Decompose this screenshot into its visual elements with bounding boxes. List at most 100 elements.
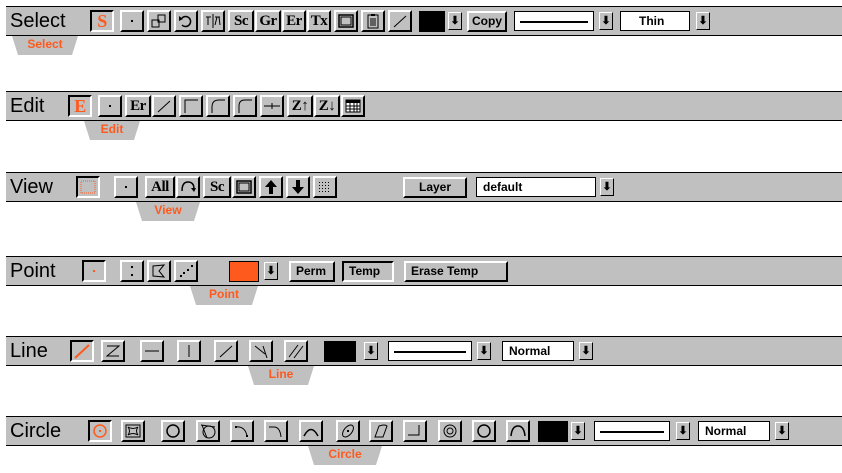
point-color-swatch[interactable]: [229, 261, 259, 282]
edit-round-corner-button[interactable]: [206, 95, 230, 117]
clipboard-icon: [367, 14, 379, 29]
point-vertical-button[interactable]: [120, 260, 144, 282]
slanted-shape-icon: [374, 424, 388, 438]
view-all-button[interactable]: All: [145, 176, 175, 198]
line-color-swatch[interactable]: [324, 341, 356, 362]
circle-width-dropdown-button[interactable]: ⬇: [775, 422, 789, 440]
edit-fillet-button[interactable]: [233, 95, 257, 117]
view-sc-button[interactable]: Sc: [203, 176, 231, 198]
line-width-field[interactable]: Thin: [620, 11, 690, 31]
edit-break-button[interactable]: [260, 95, 284, 117]
line-angle-button[interactable]: [214, 340, 238, 362]
select-sc-button[interactable]: Sc: [228, 10, 254, 32]
select-mirror-button[interactable]: [201, 10, 225, 32]
line-style-dropdown-button[interactable]: ⬇: [599, 12, 613, 30]
line-color-dropdown-button[interactable]: ⬇: [364, 342, 378, 360]
line-width-dropdown-button[interactable]: ⬇: [579, 342, 593, 360]
concentric-circle-button[interactable]: [438, 420, 462, 442]
temp-button[interactable]: Temp: [342, 261, 394, 282]
color-swatch[interactable]: [419, 11, 445, 32]
line-style-dropdown-button[interactable]: ⬇: [477, 342, 491, 360]
line-parallel-button[interactable]: [284, 340, 308, 362]
arc-bend-button[interactable]: [264, 420, 288, 442]
edit-er-button[interactable]: Er: [125, 95, 151, 117]
select-frame-button[interactable]: [334, 10, 358, 32]
circle-line-style-field[interactable]: [594, 421, 670, 441]
square-corner-icon: [184, 99, 198, 113]
view-tab[interactable]: View: [136, 202, 200, 221]
point-polygon-button[interactable]: [147, 260, 171, 282]
arrow-up-icon: [265, 180, 277, 194]
select-er-button[interactable]: Er: [282, 10, 306, 32]
arc-corner-icon: [235, 426, 248, 437]
circle-hexagon-button[interactable]: [472, 420, 496, 442]
point-single-button[interactable]: [82, 260, 106, 282]
z-down-button[interactable]: Z↓: [314, 95, 340, 117]
erase-temp-button[interactable]: Erase Temp: [404, 261, 508, 282]
select-line-button[interactable]: [388, 10, 412, 32]
line-width-field[interactable]: Normal: [502, 341, 574, 361]
circle-width-field[interactable]: Normal: [698, 421, 770, 441]
edit-point-button[interactable]: [98, 95, 122, 117]
select-tool-button[interactable]: S: [90, 10, 114, 32]
line-toolbar-title: Line: [10, 340, 48, 362]
circle-tangent-button[interactable]: [196, 420, 220, 442]
z-up-button[interactable]: Z↑: [287, 95, 313, 117]
half-arc-button[interactable]: [506, 420, 530, 442]
layer-button[interactable]: Layer: [403, 177, 467, 198]
ellipse-button[interactable]: [336, 420, 360, 442]
line-tab[interactable]: Line: [248, 366, 314, 385]
line-vertical-button[interactable]: [177, 340, 201, 362]
layer-dropdown-button[interactable]: ⬇: [600, 178, 614, 196]
view-frame-button[interactable]: [232, 176, 256, 198]
edit-tool-button[interactable]: E: [68, 95, 92, 117]
circle-tab[interactable]: Circle: [308, 446, 382, 465]
circle-3point-button[interactable]: [161, 420, 185, 442]
circle-color-dropdown-button[interactable]: ⬇: [571, 422, 585, 440]
select-clipboard-button[interactable]: [361, 10, 385, 32]
point-scatter-button[interactable]: [174, 260, 198, 282]
line-horizontal-button[interactable]: [140, 340, 164, 362]
view-zoom-box-button[interactable]: [76, 176, 100, 198]
edit-line-button[interactable]: [152, 95, 176, 117]
line-polyline-button[interactable]: [101, 340, 125, 362]
circle-center-button[interactable]: [88, 420, 112, 442]
edit-corner-button[interactable]: [179, 95, 203, 117]
layer-field[interactable]: default: [476, 177, 596, 197]
ellipse-icon: [342, 424, 354, 438]
view-up-button[interactable]: [259, 176, 283, 198]
fillet-corner-button[interactable]: [403, 420, 427, 442]
view-grid-button[interactable]: [313, 176, 337, 198]
line-style-preview: [520, 21, 588, 23]
arc-corner-button[interactable]: [230, 420, 254, 442]
point-tab[interactable]: Point: [190, 286, 258, 305]
circle-inscribed-square-button[interactable]: [121, 420, 145, 442]
line-segment-button[interactable]: [70, 340, 94, 362]
select-undo-button[interactable]: [174, 10, 198, 32]
circle-color-swatch[interactable]: [538, 421, 568, 442]
select-tx-button[interactable]: Tx: [307, 10, 331, 32]
square-in-square-icon: [125, 424, 141, 438]
select-gr-button[interactable]: Gr: [255, 10, 281, 32]
view-point-button[interactable]: [114, 176, 138, 198]
edit-tab[interactable]: Edit: [84, 121, 140, 140]
line-style-field[interactable]: [514, 11, 594, 31]
view-down-button[interactable]: [286, 176, 310, 198]
select-point-button[interactable]: [120, 10, 144, 32]
select-box-button[interactable]: [147, 10, 171, 32]
dot-icon: [109, 105, 111, 107]
select-toolbar-title: Select: [10, 10, 66, 32]
copy-button[interactable]: Copy: [467, 11, 507, 32]
line-perpendicular-button[interactable]: [249, 340, 273, 362]
circle-line-style-dropdown-button[interactable]: ⬇: [676, 422, 690, 440]
line-width-dropdown-button[interactable]: ⬇: [696, 12, 710, 30]
select-tab[interactable]: Select: [12, 36, 78, 55]
view-redo-button[interactable]: [176, 176, 200, 198]
perm-button[interactable]: Perm: [289, 261, 335, 282]
arc-3point-button[interactable]: [299, 420, 323, 442]
color-dropdown-button[interactable]: ⬇: [448, 12, 462, 30]
edit-grid-button[interactable]: [341, 95, 365, 117]
line-style-field[interactable]: [388, 341, 472, 361]
point-color-dropdown-button[interactable]: ⬇: [264, 262, 278, 280]
parallelogram-button[interactable]: [369, 420, 393, 442]
